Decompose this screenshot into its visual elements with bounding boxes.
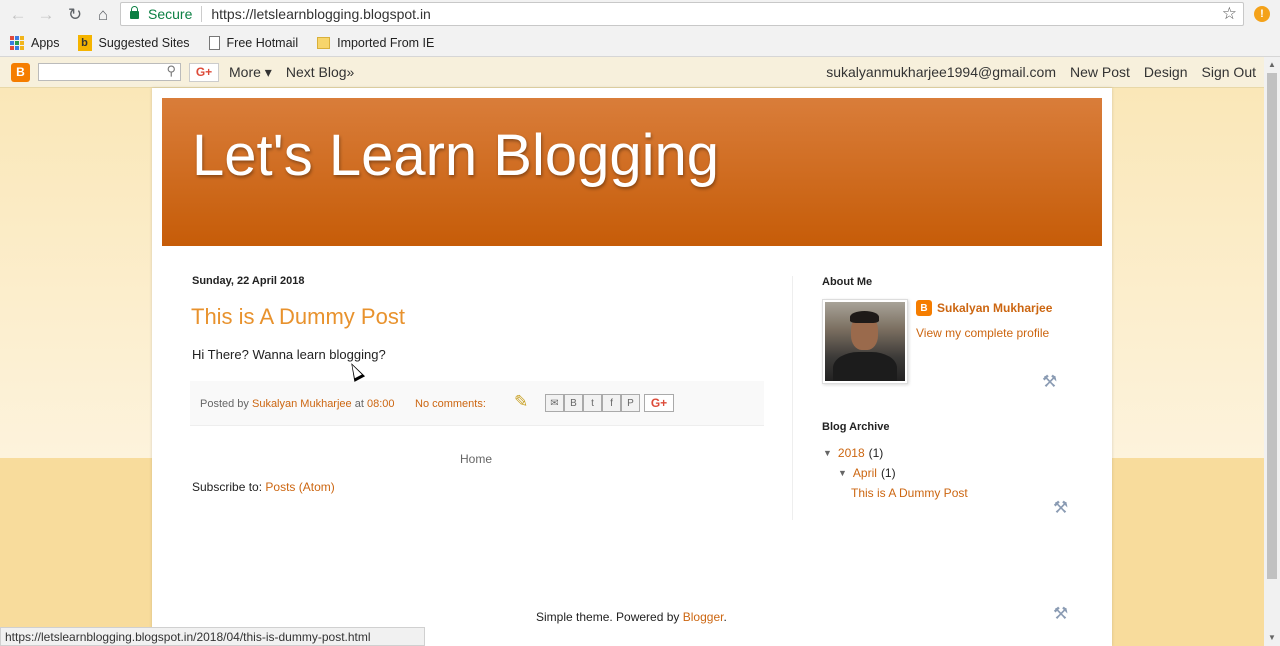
- scroll-down-icon[interactable]: ▼: [1268, 633, 1276, 642]
- bookmark-label: Imported From IE: [337, 35, 435, 50]
- bookmark-imported-from-ie[interactable]: Imported From IE: [317, 36, 434, 50]
- pinterest-share-icon[interactable]: P: [621, 394, 640, 412]
- post-footer: Posted by Sukalyan Mukharjee at 08:00 No…: [190, 381, 764, 426]
- blog-archive-heading: Blog Archive: [822, 421, 890, 433]
- blogger-navbar: B ⚲ G+ More ▾ Next Blog» sukalyanmukharj…: [0, 57, 1264, 88]
- twitter-share-icon[interactable]: t: [583, 394, 602, 412]
- bookmark-star-icon[interactable]: ☆: [1222, 4, 1237, 24]
- new-post-link[interactable]: New Post: [1070, 64, 1130, 80]
- account-email[interactable]: sukalyanmukharjee1994@gmail.com: [826, 64, 1056, 80]
- gplus-button[interactable]: G+: [189, 62, 219, 82]
- email-share-icon[interactable]: ✉: [545, 394, 564, 412]
- column-divider: [792, 276, 793, 520]
- author-link[interactable]: Sukalyan Mukharjee: [252, 398, 352, 410]
- comments-link[interactable]: No comments:: [415, 398, 486, 410]
- powered-by: Simple theme. Powered by Blogger.: [536, 610, 727, 624]
- status-bar-url: https://letslearnblogging.blogspot.in/20…: [0, 627, 425, 646]
- facebook-share-icon[interactable]: f: [602, 394, 621, 412]
- archive-label[interactable]: April: [853, 466, 877, 480]
- secure-label: Secure: [148, 6, 193, 22]
- url-text[interactable]: https://letslearnblogging.blogspot.in: [211, 6, 430, 22]
- next-blog-link[interactable]: Next Blog»: [286, 64, 354, 80]
- home-link[interactable]: Home: [460, 452, 492, 466]
- bookmark-suggested-sites[interactable]: b Suggested Sites: [77, 34, 190, 51]
- blog-search-input[interactable]: ⚲: [38, 63, 181, 81]
- address-bar-row: ← → ↻ ⌂ Secure https://letslearnblogging…: [0, 0, 1280, 29]
- bookmark-label: Free Hotmail: [226, 35, 299, 50]
- archive-label[interactable]: 2018: [838, 446, 865, 460]
- forward-arrow-icon[interactable]: →: [35, 4, 57, 26]
- photo-shirt: [833, 352, 897, 381]
- view-profile-link[interactable]: View my complete profile: [916, 326, 1049, 340]
- archive-year-2018[interactable]: ▼ 2018 (1): [823, 446, 883, 460]
- blogger-profile-icon: B: [916, 300, 932, 316]
- bookmark-apps[interactable]: Apps: [10, 35, 60, 50]
- more-menu[interactable]: More ▾: [229, 64, 272, 81]
- bookmark-label: Apps: [31, 35, 60, 50]
- profile-name: Sukalyan Mukharjee: [937, 301, 1053, 315]
- archive-month-april[interactable]: ▼ April (1): [838, 466, 896, 480]
- profile-photo: [825, 302, 905, 381]
- post-time-link[interactable]: 08:00: [367, 398, 395, 410]
- omnibox-divider: [201, 6, 203, 22]
- photo-hair: [850, 311, 879, 323]
- bookmarks-bar: Apps b Suggested Sites Free Hotmail Impo…: [0, 29, 1280, 57]
- share-buttons: ✉ B t f P G+: [545, 394, 674, 412]
- sign-out-link[interactable]: Sign Out: [1202, 64, 1256, 80]
- bing-icon: b: [77, 34, 92, 51]
- gplus-share-button[interactable]: G+: [644, 394, 674, 412]
- avatar[interactable]: [822, 299, 908, 384]
- profile-name-link[interactable]: B Sukalyan Mukharjee: [916, 300, 1052, 316]
- blogger-logo-icon[interactable]: B: [11, 62, 30, 82]
- about-me-heading: About Me: [822, 276, 873, 288]
- navbar-right: sukalyanmukharjee1994@gmail.com New Post…: [812, 64, 1264, 80]
- omnibox[interactable]: Secure https://letslearnblogging.blogspo…: [120, 2, 1244, 26]
- powered-label: Simple theme. Powered by: [536, 610, 680, 624]
- expand-triangle-icon[interactable]: ▼: [838, 468, 847, 478]
- scroll-up-icon[interactable]: ▲: [1268, 60, 1276, 69]
- expand-triangle-icon[interactable]: ▼: [823, 448, 832, 458]
- post-meta: Posted by Sukalyan Mukharjee at 08:00: [200, 398, 395, 410]
- blog-header: Let's Learn Blogging: [162, 98, 1102, 246]
- home-icon[interactable]: ⌂: [92, 4, 114, 26]
- edit-pencil-icon[interactable]: ✎: [514, 392, 528, 412]
- folder-icon: [317, 36, 331, 49]
- edit-gadget-icon[interactable]: ⚒: [1053, 604, 1068, 624]
- posted-by-label: Posted by: [200, 398, 249, 410]
- edit-gadget-icon[interactable]: ⚒: [1053, 498, 1068, 518]
- at-label: at: [354, 398, 364, 410]
- search-icon[interactable]: ⚲: [166, 63, 176, 79]
- archive-post-link[interactable]: This is A Dummy Post: [851, 486, 968, 500]
- archive-count: (1): [868, 446, 884, 460]
- posts-atom-link[interactable]: Posts (Atom): [265, 480, 334, 494]
- bookmark-label: Suggested Sites: [98, 35, 190, 50]
- page-icon: [208, 35, 220, 50]
- apps-grid-icon: [10, 35, 24, 50]
- scroll-thumb[interactable]: [1267, 73, 1277, 579]
- edit-gadget-icon[interactable]: ⚒: [1042, 372, 1057, 392]
- update-alert-icon[interactable]: !: [1254, 6, 1270, 22]
- design-link[interactable]: Design: [1144, 64, 1188, 80]
- blog-content: Let's Learn Blogging Sunday, 22 April 20…: [152, 88, 1112, 646]
- post-title[interactable]: This is A Dummy Post: [191, 304, 405, 330]
- lock-icon: [130, 6, 139, 19]
- subscribe-line: Subscribe to: Posts (Atom): [192, 480, 335, 494]
- subscribe-label: Subscribe to:: [192, 480, 263, 494]
- bookmark-free-hotmail[interactable]: Free Hotmail: [208, 35, 299, 50]
- vertical-scrollbar[interactable]: ▲ ▼: [1264, 57, 1280, 646]
- archive-count: (1): [880, 466, 896, 480]
- blogger-link[interactable]: Blogger: [683, 610, 724, 624]
- blogthis-icon[interactable]: B: [564, 394, 583, 412]
- back-arrow-icon[interactable]: ←: [7, 4, 29, 26]
- post-date: Sunday, 22 April 2018: [192, 275, 305, 287]
- blog-title[interactable]: Let's Learn Blogging: [192, 122, 719, 189]
- reload-icon[interactable]: ↻: [64, 4, 86, 26]
- powered-suffix: .: [723, 610, 727, 624]
